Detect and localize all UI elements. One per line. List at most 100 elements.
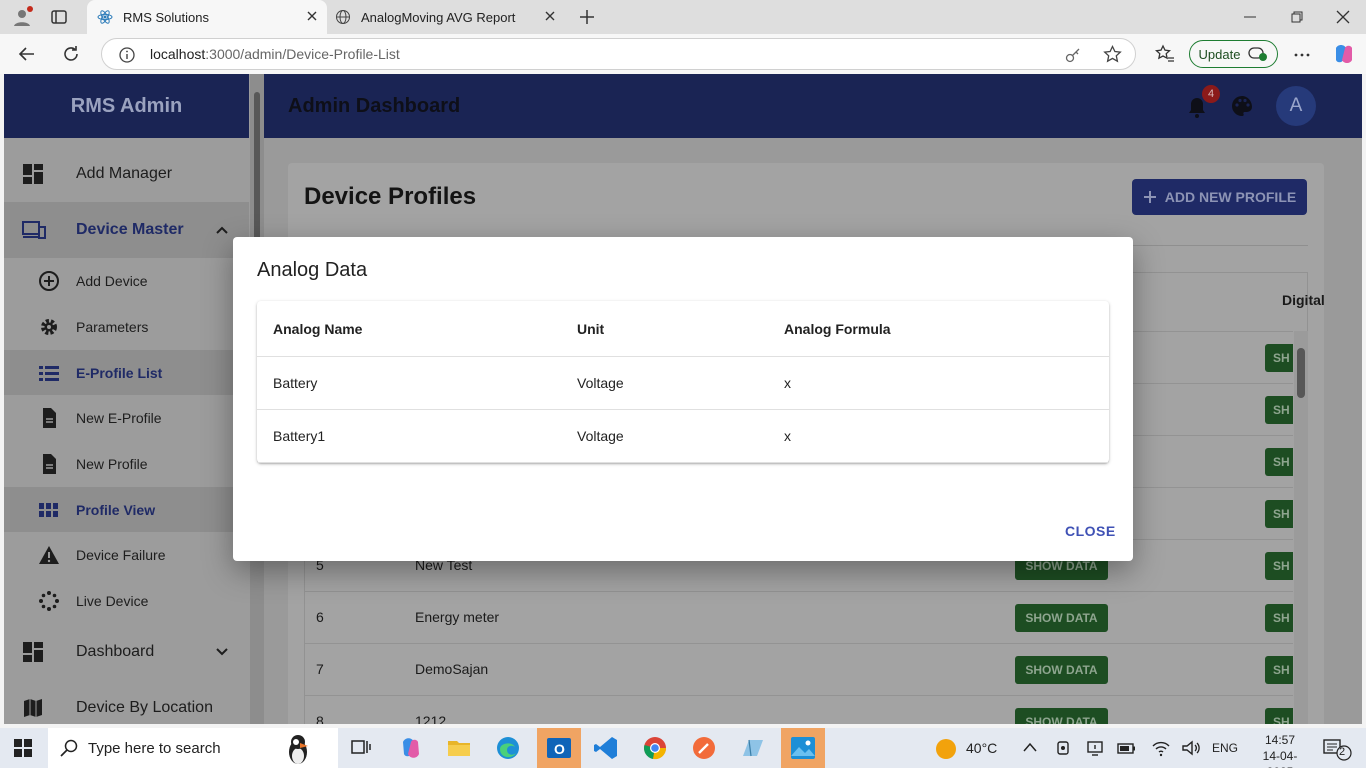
show-digital-button[interactable]: SH bbox=[1265, 500, 1293, 528]
table-row: 7 DemoSajan SHOW DATA SH bbox=[305, 643, 1293, 695]
browser-toolbar: localhost:3000/admin/Device-Profile-List… bbox=[0, 34, 1366, 74]
sidebar-item-e-profile-list[interactable]: E-Profile List bbox=[4, 350, 249, 395]
puffin-search-highlight-icon bbox=[280, 730, 316, 768]
sidebar-item-profile-view[interactable]: Profile View bbox=[4, 487, 249, 532]
close-window-icon[interactable] bbox=[1335, 9, 1351, 25]
avatar[interactable]: A bbox=[1276, 86, 1316, 126]
gear-icon bbox=[38, 316, 60, 338]
restore-icon[interactable] bbox=[1289, 9, 1305, 25]
new-tab-icon[interactable] bbox=[578, 8, 596, 26]
row-index: 8 bbox=[316, 713, 324, 724]
browser-tab-bar: RMS Solutions AnalogMoving AVG Report bbox=[0, 0, 1366, 34]
windows-start-icon[interactable] bbox=[14, 739, 32, 757]
wifi-icon[interactable] bbox=[1151, 739, 1171, 757]
cell-analog-name: Battery1 bbox=[273, 428, 326, 444]
task-view-icon[interactable] bbox=[347, 734, 375, 762]
show-data-button[interactable]: SHOW DATA bbox=[1015, 656, 1108, 684]
table-row: Battery1 Voltage x bbox=[257, 410, 1109, 463]
close-button[interactable]: CLOSE bbox=[1065, 523, 1116, 539]
tab-rms-solutions[interactable]: RMS Solutions bbox=[87, 0, 327, 34]
copilot-taskbar-icon[interactable] bbox=[397, 734, 425, 762]
column-header-digital: Digital bbox=[1282, 292, 1325, 308]
copilot-icon[interactable] bbox=[1332, 42, 1356, 66]
url-path: :3000/admin/Device-Profile-List bbox=[205, 46, 400, 62]
sidebar-item-label: Parameters bbox=[76, 319, 149, 335]
input-language[interactable]: ENG bbox=[1212, 741, 1238, 755]
taskbar-search-box[interactable]: Type here to search bbox=[48, 728, 338, 768]
row-index: 6 bbox=[316, 609, 324, 625]
volume-icon[interactable] bbox=[1181, 739, 1201, 757]
show-data-button[interactable]: SHOW DATA bbox=[1015, 604, 1108, 632]
update-button[interactable]: Update bbox=[1189, 40, 1278, 68]
sidebar-item-device-failure[interactable]: Device Failure bbox=[4, 532, 249, 578]
weather-temperature[interactable]: 40°C bbox=[966, 740, 997, 756]
show-digital-button[interactable]: SH bbox=[1265, 344, 1293, 372]
postman-icon[interactable] bbox=[690, 734, 718, 762]
tab-actions-icon[interactable] bbox=[50, 8, 68, 26]
show-digital-button[interactable]: SH bbox=[1265, 448, 1293, 476]
show-digital-button[interactable]: SH bbox=[1265, 604, 1293, 632]
sidebar-item-parameters[interactable]: Parameters bbox=[4, 304, 249, 350]
app-icon[interactable] bbox=[739, 734, 767, 762]
sidebar-item-device-master[interactable]: Device Master bbox=[4, 202, 249, 258]
brand-title: RMS Admin bbox=[4, 74, 249, 138]
outlook-icon[interactable]: O bbox=[537, 728, 581, 768]
sidebar-item-live-device[interactable]: Live Device bbox=[4, 578, 249, 624]
sidebar-scrollbar-thumb[interactable] bbox=[254, 92, 260, 242]
row-name: DemoSajan bbox=[415, 661, 489, 677]
photos-icon[interactable] bbox=[781, 728, 825, 768]
show-digital-button[interactable]: SH bbox=[1265, 708, 1293, 724]
file-explorer-icon[interactable] bbox=[445, 734, 473, 762]
profile-icon[interactable] bbox=[10, 5, 34, 29]
weather-sun-icon[interactable] bbox=[935, 738, 957, 760]
chrome-icon[interactable] bbox=[641, 734, 669, 762]
sidebar-item-add-manager[interactable]: Add Manager bbox=[4, 146, 249, 202]
info-icon[interactable] bbox=[118, 46, 136, 64]
address-bar[interactable]: localhost:3000/admin/Device-Profile-List bbox=[101, 38, 1136, 70]
tab-title: AnalogMoving AVG Report bbox=[361, 9, 516, 25]
cell-unit: Voltage bbox=[577, 375, 624, 391]
show-digital-button[interactable]: SH bbox=[1265, 552, 1293, 580]
sidebar: RMS Admin Add Manager Device Master Add … bbox=[4, 74, 264, 724]
more-options-icon[interactable] bbox=[1293, 46, 1311, 64]
sidebar-item-label: New E-Profile bbox=[76, 410, 162, 426]
table-scrollbar-thumb[interactable] bbox=[1297, 348, 1305, 398]
edge-browser-icon[interactable] bbox=[494, 734, 522, 762]
vscode-icon[interactable] bbox=[592, 734, 620, 762]
meet-now-icon[interactable] bbox=[1055, 739, 1073, 757]
notification-count: 2 bbox=[1339, 746, 1346, 758]
show-digital-button[interactable]: SH bbox=[1265, 656, 1293, 684]
tab-analog-moving-avg[interactable]: AnalogMoving AVG Report bbox=[327, 0, 565, 34]
back-icon[interactable] bbox=[18, 45, 36, 63]
notification-center-icon[interactable]: 2 bbox=[1322, 737, 1352, 761]
chevron-up-icon[interactable] bbox=[215, 225, 229, 235]
minimize-icon[interactable] bbox=[1242, 9, 1258, 25]
sidebar-item-label: Live Device bbox=[76, 593, 149, 609]
sidebar-item-device-by-location[interactable]: Device By Location bbox=[4, 680, 249, 724]
clock[interactable]: 14:57 14-04-2025 bbox=[1252, 732, 1308, 768]
close-tab-icon[interactable] bbox=[305, 9, 319, 23]
sidebar-item-new-profile[interactable]: New Profile bbox=[4, 441, 249, 487]
sidebar-item-add-device[interactable]: Add Device bbox=[4, 258, 249, 304]
key-icon[interactable] bbox=[1064, 46, 1082, 64]
palette-icon[interactable] bbox=[1231, 95, 1253, 117]
display-icon[interactable] bbox=[1086, 739, 1104, 757]
react-icon bbox=[97, 9, 113, 25]
search-placeholder: Type here to search bbox=[88, 739, 221, 757]
table-row: 6 Energy meter SHOW DATA SH bbox=[305, 591, 1293, 643]
globe-icon bbox=[335, 9, 351, 25]
favorite-star-icon[interactable] bbox=[1103, 45, 1122, 64]
sidebar-item-new-e-profile[interactable]: New E-Profile bbox=[4, 395, 249, 441]
chevron-down-icon[interactable] bbox=[215, 647, 229, 657]
show-data-button[interactable]: SHOW DATA bbox=[1015, 708, 1108, 724]
close-tab-icon[interactable] bbox=[543, 9, 557, 23]
sidebar-item-dashboard[interactable]: Dashboard bbox=[4, 624, 249, 680]
battery-icon[interactable] bbox=[1117, 739, 1137, 757]
warning-icon bbox=[38, 544, 60, 566]
refresh-icon[interactable] bbox=[62, 45, 80, 63]
table-row: Battery Voltage x bbox=[257, 357, 1109, 410]
add-new-profile-button[interactable]: ADD NEW PROFILE bbox=[1132, 179, 1307, 215]
chevron-up-icon[interactable] bbox=[1022, 741, 1038, 753]
show-digital-button[interactable]: SH bbox=[1265, 396, 1293, 424]
favorites-icon[interactable] bbox=[1155, 44, 1175, 64]
